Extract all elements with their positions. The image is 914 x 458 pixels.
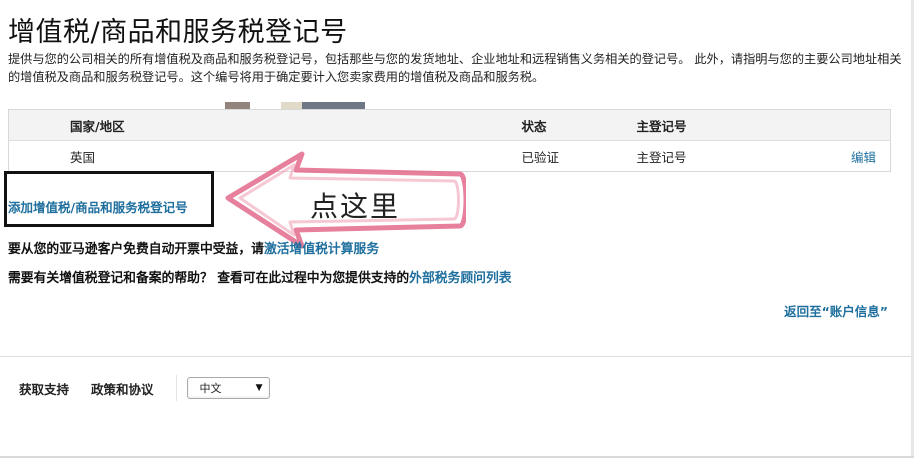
column-header-status: 状态 <box>521 109 637 141</box>
tax-advisor-list-link[interactable]: 外部税务顾问列表 <box>409 271 511 286</box>
invoice-notice: 要从您的亚马逊客户免费自动开票中受益，请激活增值税计算服务 <box>8 238 379 257</box>
table-header-row: 国家/地区 状态 主登记号 <box>8 109 891 141</box>
column-header-action <box>836 109 891 141</box>
dropdown-triangle-icon: ▼ <box>255 383 263 393</box>
column-header-number <box>428 109 522 141</box>
invoice-notice-text: 要从您的亚马逊客户免费自动开票中受益，请 <box>8 242 264 257</box>
page-title: 增值税/商品和服务税登记号 <box>8 17 348 48</box>
page-description: 提供与您的公司相关的所有增值税及商品和服务税登记号，包括那些与您的发货地址、企业… <box>8 52 902 84</box>
annotation-text: 点这里 <box>310 190 401 223</box>
row-primary: 主登记号 <box>636 149 687 165</box>
policies-link[interactable]: 政策和协议 <box>91 379 154 398</box>
help-notice: 需要有关增值税登记和备案的帮助？ 查看可在此过程中为您提供支持的外部税务顾问列表 <box>8 267 512 286</box>
column-header-primary: 主登记号 <box>636 109 837 141</box>
language-select[interactable]: 中文 ▼ <box>186 377 270 399</box>
activate-vat-service-link[interactable]: 激活增值税计算服务 <box>264 242 379 257</box>
column-header-country: 国家/地区 <box>8 109 429 141</box>
row-status-badge: 已验证 <box>521 149 560 165</box>
footer: 获取支持 政策和协议 中文 ▼ <box>19 375 270 401</box>
help-notice-text: 需要有关增值税登记和备案的帮助？ 查看可在此过程中为您提供支持的 <box>8 271 410 286</box>
add-vat-number-link[interactable]: 添加增值税/商品和服务税登记号 <box>8 197 188 216</box>
language-selected: 中文 <box>199 382 222 395</box>
edit-link[interactable]: 编辑 <box>851 150 876 165</box>
footer-divider <box>0 356 914 357</box>
back-to-account-info-link[interactable]: 返回至“账户信息” <box>784 301 888 320</box>
footer-separator <box>175 375 177 401</box>
get-support-link[interactable]: 获取支持 <box>19 379 69 398</box>
